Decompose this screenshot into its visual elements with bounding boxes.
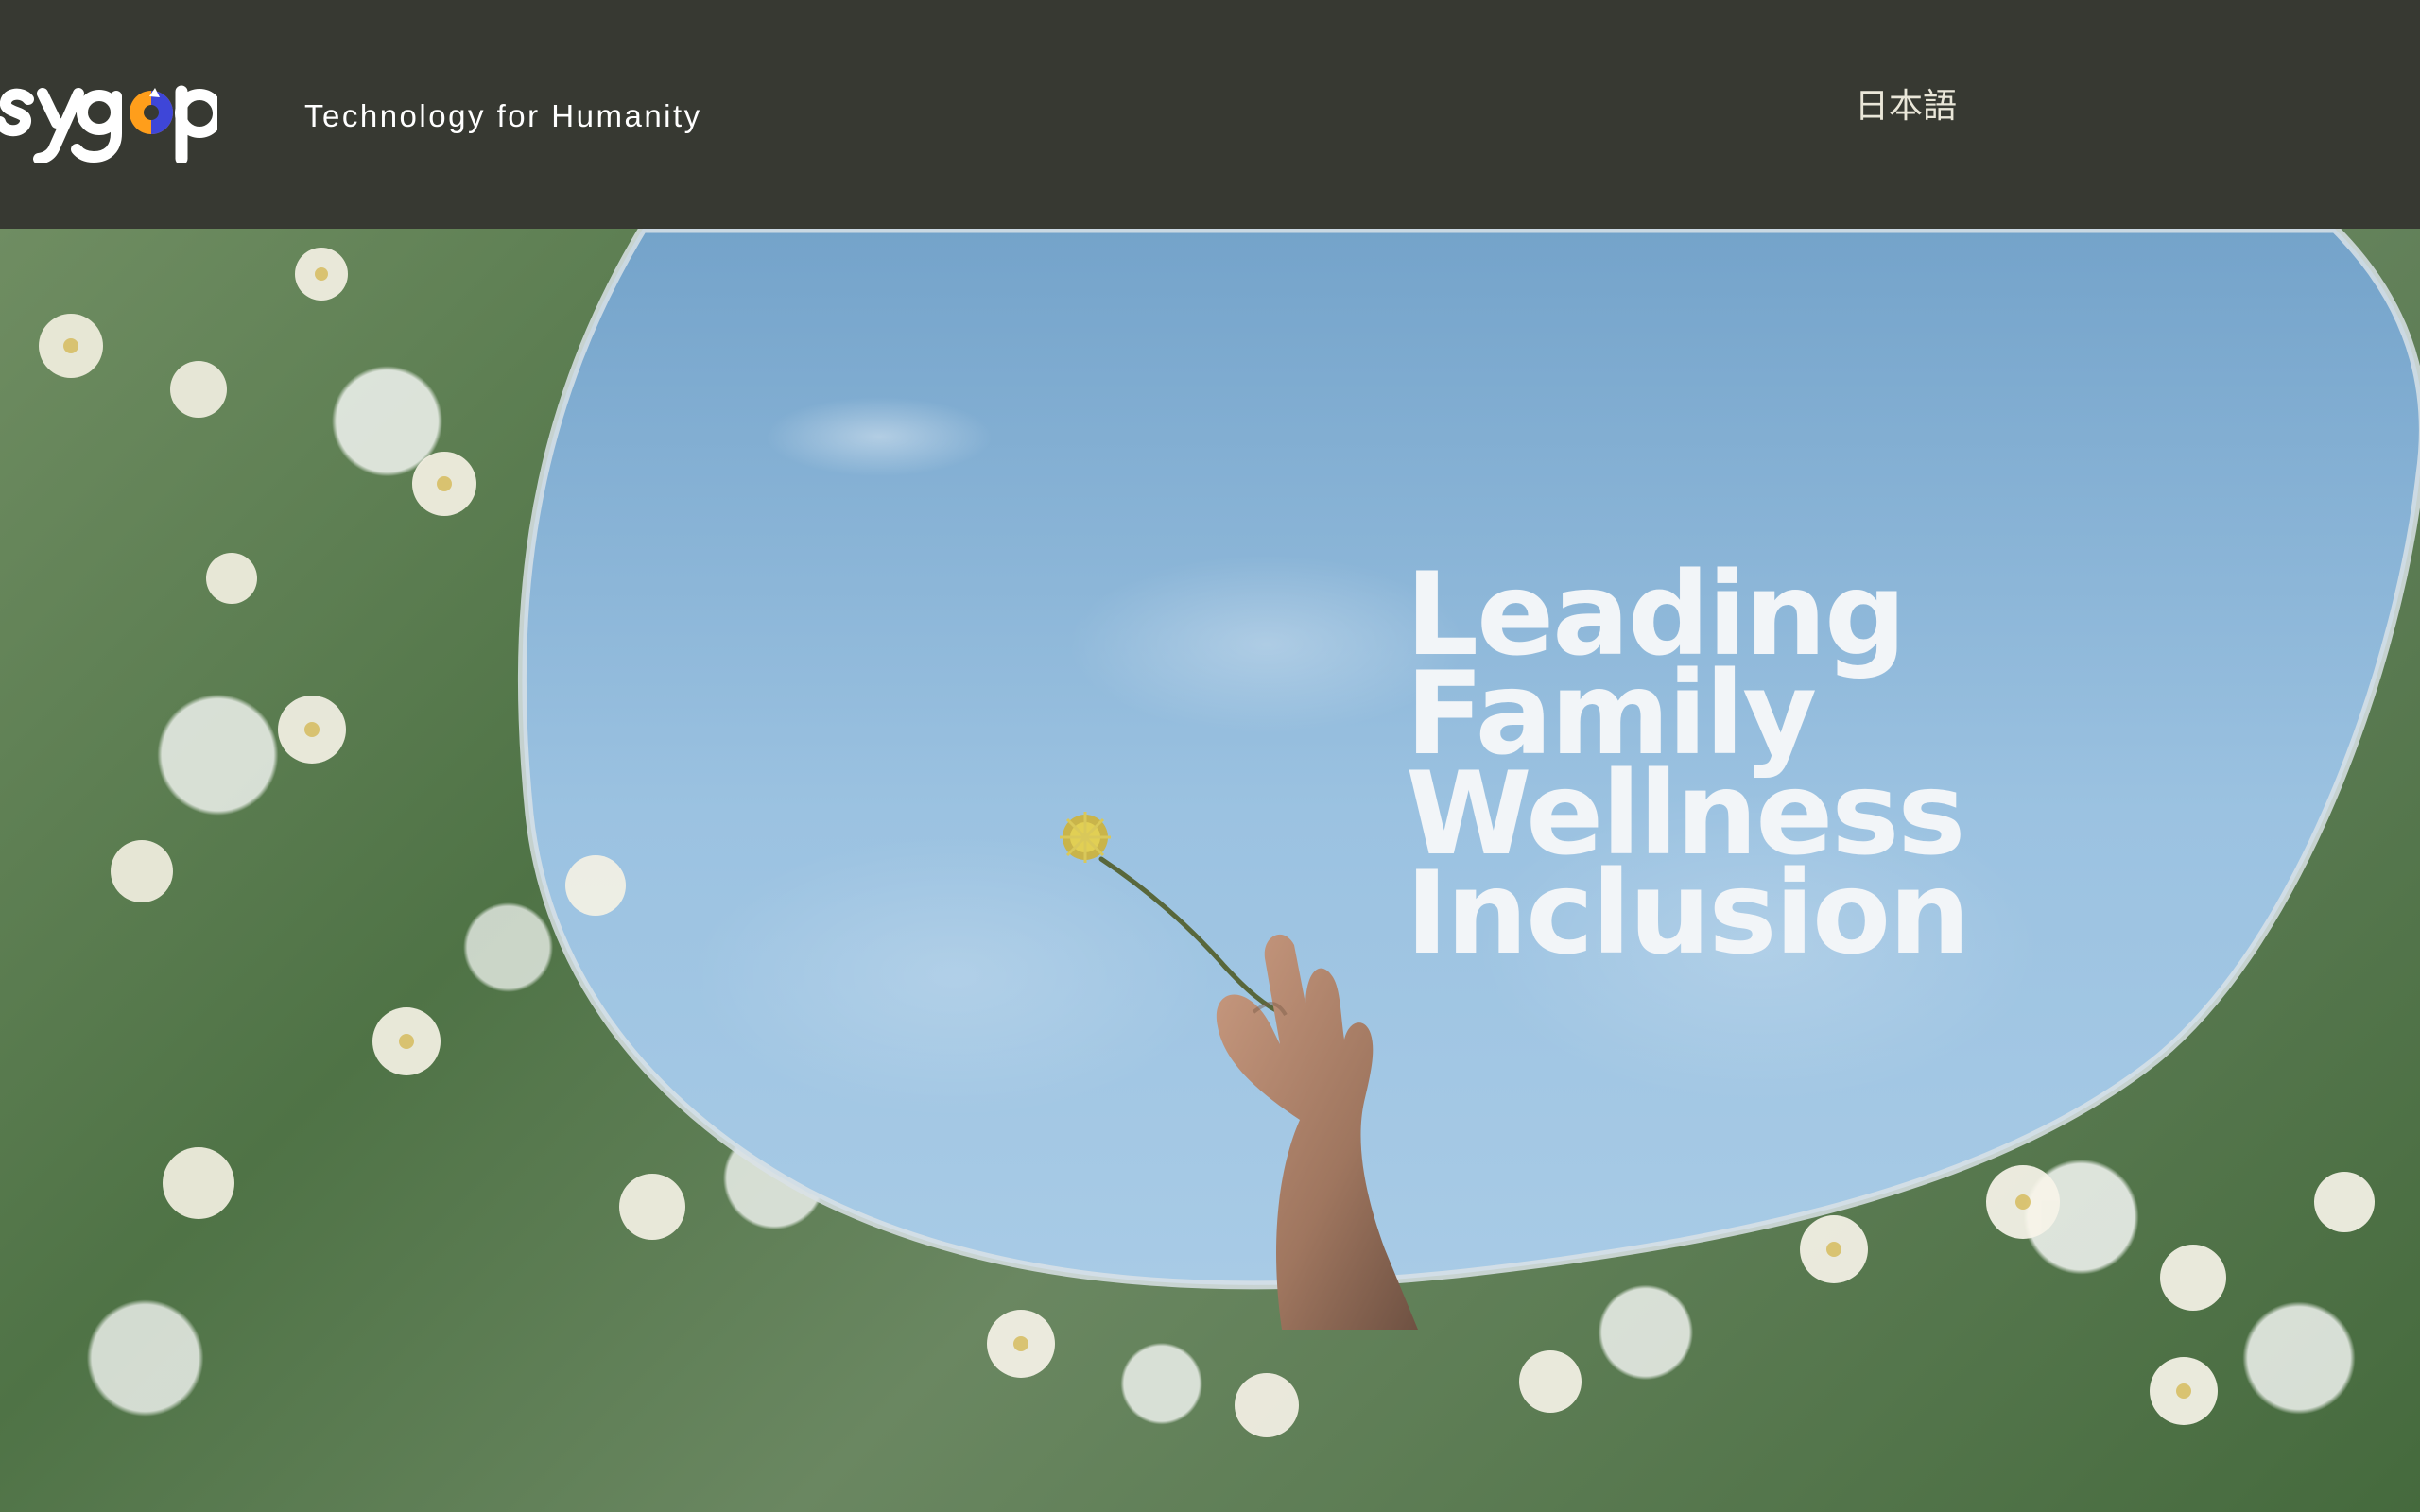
hero-headline-line-4: Inclusion: [1406, 846, 1970, 980]
site-header: Technology for Humanity 日本語: [0, 0, 2420, 229]
hero-headline: Leading Family Wellness Inclusion: [1406, 558, 2124, 980]
page: Technology for Humanity 日本語 Leading Fami…: [0, 0, 2420, 1512]
japanese-language-link[interactable]: 日本語: [1855, 86, 1957, 127]
hero-banner: Leading Family Wellness Inclusion: [0, 229, 2420, 1512]
sygop-wordmark-logo-icon: [0, 85, 217, 163]
brand-logo[interactable]: [0, 68, 217, 163]
site-tagline: Technology for Humanity: [304, 98, 702, 133]
